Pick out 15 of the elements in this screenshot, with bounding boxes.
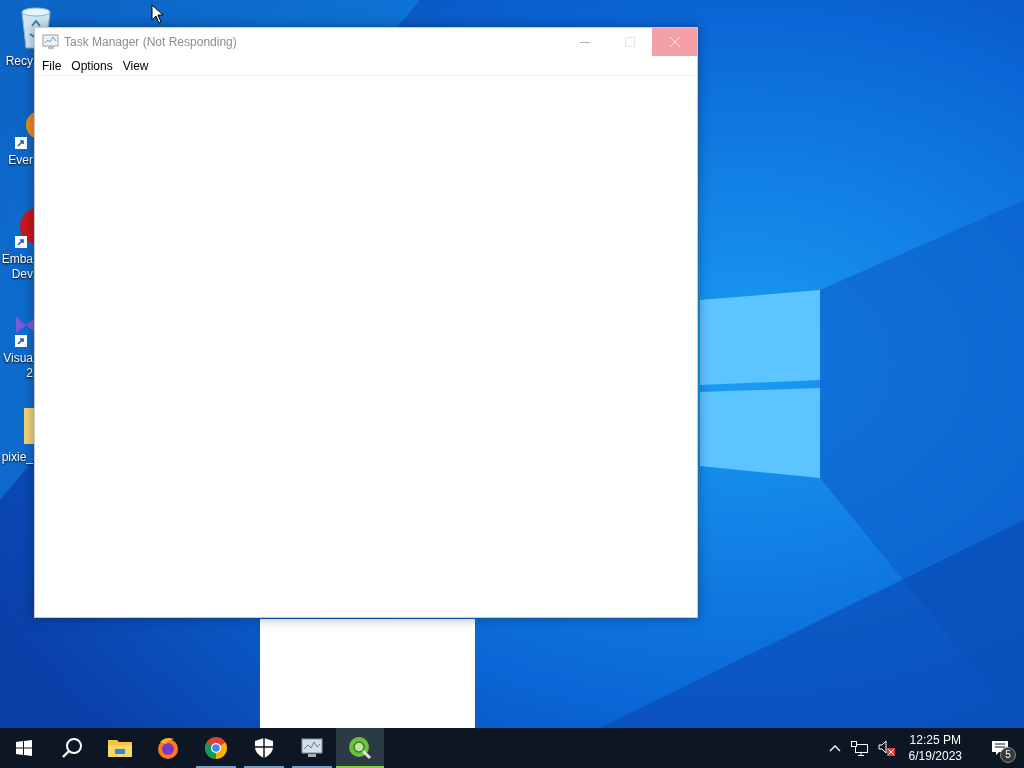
notifications-button[interactable]: 5	[980, 728, 1020, 768]
desktop-icon-label[interactable]: Emba	[1, 252, 33, 267]
window-title: Task Manager (Not Responding)	[64, 34, 237, 51]
desktop-icon-label[interactable]: Recy	[5, 54, 33, 69]
menu-item[interactable]: View	[117, 56, 154, 75]
desktop-icon-label[interactable]: Visua	[3, 351, 33, 366]
desktop-icon-label[interactable]: Dev	[11, 267, 33, 282]
desktop-icon-label[interactable]: Ever	[8, 153, 33, 168]
menu-item[interactable]: Options	[66, 56, 118, 75]
clock-date[interactable]: 6/19/2023	[908, 748, 962, 764]
menu-item[interactable]: File	[37, 56, 67, 75]
desktop-icon-label[interactable]: pixie_	[1, 450, 33, 465]
notification-count: 5	[1000, 747, 1016, 763]
desktop-icon-label[interactable]: 2	[26, 366, 33, 381]
clock-time[interactable]: 12:25 PM	[909, 732, 961, 748]
